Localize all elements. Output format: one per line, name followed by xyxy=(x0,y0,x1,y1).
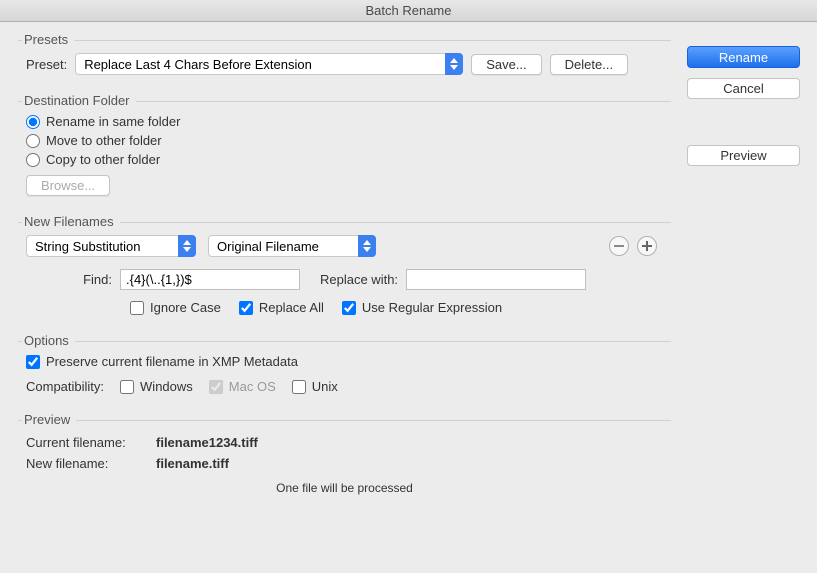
preview-section: Preview Current filename: filename1234.t… xyxy=(18,420,671,503)
compat-macos-checkbox: Mac OS xyxy=(209,379,276,394)
compat-windows-checkbox[interactable]: Windows xyxy=(120,379,193,394)
use-regex-checkbox[interactable]: Use Regular Expression xyxy=(342,300,502,315)
new-filename-label: New filename: xyxy=(26,456,156,471)
compatibility-label: Compatibility: xyxy=(26,379,104,394)
preserve-xmp-input[interactable] xyxy=(26,355,40,369)
browse-button[interactable]: Browse... xyxy=(26,175,110,196)
preview-legend: Preview xyxy=(22,412,76,427)
preview-button[interactable]: Preview xyxy=(687,145,800,166)
find-label: Find: xyxy=(72,272,112,287)
source-select[interactable]: Original Filename xyxy=(208,235,376,257)
compat-windows-input[interactable] xyxy=(120,380,134,394)
preset-select[interactable]: Replace Last 4 Chars Before Extension xyxy=(75,53,463,75)
presets-legend: Presets xyxy=(22,32,74,47)
compat-macos-label: Mac OS xyxy=(229,379,276,394)
ignore-case-input[interactable] xyxy=(130,301,144,315)
new-filename-value: filename.tiff xyxy=(156,456,663,471)
rename-button[interactable]: Rename xyxy=(687,46,800,68)
radio-rename-same-input[interactable] xyxy=(26,115,40,129)
radio-rename-same[interactable]: Rename in same folder xyxy=(26,114,663,129)
ignore-case-label: Ignore Case xyxy=(150,300,221,315)
replace-all-checkbox[interactable]: Replace All xyxy=(239,300,324,315)
replace-all-input[interactable] xyxy=(239,301,253,315)
radio-move-other[interactable]: Move to other folder xyxy=(26,133,663,148)
options-legend: Options xyxy=(22,333,75,348)
current-filename-value: filename1234.tiff xyxy=(156,435,663,450)
remove-rule-button[interactable] xyxy=(609,236,629,256)
compat-unix-label: Unix xyxy=(312,379,338,394)
find-input[interactable] xyxy=(120,269,300,290)
replace-input[interactable] xyxy=(406,269,586,290)
plus-icon xyxy=(642,241,652,251)
cancel-button[interactable]: Cancel xyxy=(687,78,800,99)
preset-label: Preset: xyxy=(26,57,67,72)
use-regex-input[interactable] xyxy=(342,301,356,315)
options-section: Options Preserve current filename in XMP… xyxy=(18,341,671,412)
substitution-type-select[interactable]: String Substitution xyxy=(26,235,196,257)
destination-legend: Destination Folder xyxy=(22,93,136,108)
destination-section: Destination Folder Rename in same folder… xyxy=(18,101,671,214)
radio-copy-other-label: Copy to other folder xyxy=(46,152,160,167)
new-filenames-legend: New Filenames xyxy=(22,214,120,229)
compat-windows-label: Windows xyxy=(140,379,193,394)
new-filenames-section: New Filenames String Substitution O xyxy=(18,222,671,333)
replace-all-label: Replace All xyxy=(259,300,324,315)
radio-move-other-input[interactable] xyxy=(26,134,40,148)
compat-unix-checkbox[interactable]: Unix xyxy=(292,379,338,394)
ignore-case-checkbox[interactable]: Ignore Case xyxy=(130,300,221,315)
add-rule-button[interactable] xyxy=(637,236,657,256)
delete-preset-button[interactable]: Delete... xyxy=(550,54,628,75)
radio-rename-same-label: Rename in same folder xyxy=(46,114,180,129)
compat-unix-input[interactable] xyxy=(292,380,306,394)
radio-copy-other[interactable]: Copy to other folder xyxy=(26,152,663,167)
preview-footer: One file will be processed xyxy=(26,481,663,495)
preserve-xmp-label: Preserve current filename in XMP Metadat… xyxy=(46,354,298,369)
radio-copy-other-input[interactable] xyxy=(26,153,40,167)
save-preset-button[interactable]: Save... xyxy=(471,54,541,75)
window-title: Batch Rename xyxy=(0,0,817,22)
replace-label: Replace with: xyxy=(320,272,398,287)
radio-move-other-label: Move to other folder xyxy=(46,133,162,148)
use-regex-label: Use Regular Expression xyxy=(362,300,502,315)
presets-section: Presets Preset: Replace Last 4 Chars Bef… xyxy=(18,40,671,93)
compat-macos-input xyxy=(209,380,223,394)
current-filename-label: Current filename: xyxy=(26,435,156,450)
minus-icon xyxy=(614,245,624,247)
preserve-xmp-checkbox[interactable]: Preserve current filename in XMP Metadat… xyxy=(26,354,663,369)
